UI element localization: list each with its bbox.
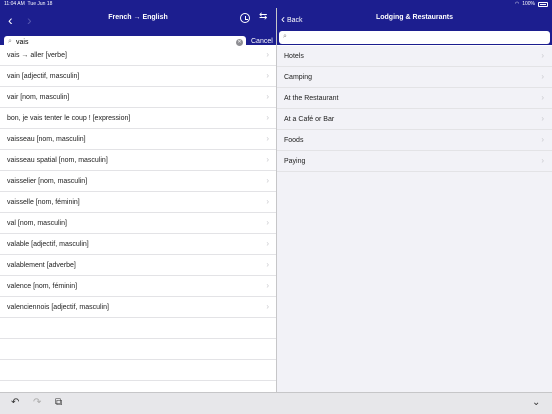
wifi-icon: ◠: [514, 1, 520, 7]
chevron-right-icon: ›: [541, 93, 544, 102]
chevron-right-icon: ›: [266, 260, 269, 269]
chevron-right-icon: ›: [266, 113, 269, 122]
result-row[interactable]: valablement [adverbe] ›: [0, 255, 276, 276]
result-row[interactable]: vaisselle [nom, féminin] ›: [0, 192, 276, 213]
category-label: Camping: [284, 73, 313, 81]
battery-icon: [538, 1, 548, 7]
right-nav-bar: ‹ Back Lodging & Restaurants ⌕: [277, 8, 552, 45]
chevron-right-icon: ›: [266, 176, 269, 185]
dismiss-keyboard-chevron-down-icon[interactable]: ⌄: [532, 397, 540, 408]
chevron-right-icon: ›: [541, 72, 544, 81]
category-row[interactable]: At the Restaurant ›: [277, 88, 552, 109]
result-label: valable [adjectif, masculin]: [7, 240, 89, 248]
empty-row: [0, 360, 276, 381]
result-label: vais → aller [verbe]: [7, 51, 67, 59]
left-nav-bar: ‹ › French → English ⇆ ⌕ vais ✕ Cancel: [0, 8, 276, 49]
empty-row: [0, 339, 276, 360]
chevron-right-icon: ›: [541, 114, 544, 123]
chevron-right-icon: ›: [266, 134, 269, 143]
search-icon: ⌕: [283, 33, 287, 40]
redo-icon[interactable]: ↷: [33, 397, 41, 408]
chevron-right-icon: ›: [266, 302, 269, 311]
result-row[interactable]: vaisseau spatial [nom, masculin] ›: [0, 150, 276, 171]
search-results-list: vais → aller [verbe] › vain [adjectif, ma…: [0, 45, 276, 392]
keyboard-shortcut-bar: ↶ ↷ ⧉ ⌄: [0, 392, 552, 414]
result-label: valenciennois [adjectif, masculin]: [7, 303, 109, 311]
battery-percent: 100%: [522, 1, 535, 7]
chevron-right-icon: ›: [266, 197, 269, 206]
chevron-right-icon: ›: [266, 155, 269, 164]
phrasebook-section-title: Lodging & Restaurants: [375, 14, 453, 21]
result-label: vain [adjectif, masculin]: [7, 72, 80, 80]
result-row[interactable]: bon, je vais tenter le coup ! [expressio…: [0, 108, 276, 129]
result-row[interactable]: vais → aller [verbe] ›: [0, 45, 276, 66]
category-row[interactable]: Hotels ›: [277, 46, 552, 67]
chevron-right-icon: ›: [541, 156, 544, 165]
result-label: vaisseau spatial [nom, masculin]: [7, 156, 108, 164]
result-row[interactable]: vaisselier [nom, masculin] ›: [0, 171, 276, 192]
result-row[interactable]: vair [nom, masculin] ›: [0, 87, 276, 108]
result-label: vair [nom, masculin]: [7, 93, 70, 101]
result-row[interactable]: vain [adjectif, masculin] ›: [0, 66, 276, 87]
result-label: vaisselier [nom, masculin]: [7, 177, 88, 185]
result-label: bon, je vais tenter le coup ! [expressio…: [7, 114, 131, 122]
category-row[interactable]: Paying ›: [277, 151, 552, 172]
chevron-right-icon: ›: [266, 281, 269, 290]
chevron-right-icon: ›: [266, 239, 269, 248]
category-label: Paying: [284, 157, 306, 165]
phrase-search-field[interactable]: ⌕: [279, 31, 550, 44]
result-label: valablement [adverbe]: [7, 261, 76, 269]
cancel-button[interactable]: Cancel: [251, 38, 273, 45]
result-row[interactable]: vaisseau [nom, masculin] ›: [0, 129, 276, 150]
undo-icon[interactable]: ↶: [11, 397, 19, 408]
status-date: Tue Jun 18: [27, 1, 53, 7]
result-row[interactable]: valenciennois [adjectif, masculin] ›: [0, 297, 276, 318]
result-row[interactable]: val [nom, masculin] ›: [0, 213, 276, 234]
result-row[interactable]: valable [adjectif, masculin] ›: [0, 234, 276, 255]
result-label: val [nom, masculin]: [7, 219, 67, 227]
chevron-right-icon: ›: [541, 51, 544, 60]
result-label: vaisselle [nom, féminin]: [7, 198, 80, 206]
phrasebook-category-list: Hotels › Camping › At the Restaurant › At a…: [277, 46, 552, 392]
chevron-right-icon: ›: [266, 50, 269, 59]
empty-row: [0, 318, 276, 339]
category-label: Hotels: [284, 52, 304, 60]
category-row[interactable]: Camping ›: [277, 67, 552, 88]
status-time-date: 11:04 AM Tue Jun 18: [4, 1, 52, 7]
chevron-right-icon: ›: [541, 135, 544, 144]
category-row[interactable]: Foods ›: [277, 130, 552, 151]
status-right: ◠ 100%: [515, 1, 548, 7]
dictionary-direction-title: French → English: [108, 14, 168, 21]
category-label: At the Restaurant: [284, 94, 339, 102]
paste-icon[interactable]: ⧉: [55, 397, 62, 408]
category-label: Foods: [284, 136, 304, 144]
category-row[interactable]: At a Café or Bar ›: [277, 109, 552, 130]
status-bar: 11:04 AM Tue Jun 18 ◠ 100%: [0, 0, 552, 8]
history-icon[interactable]: [240, 13, 250, 23]
chevron-right-icon: ›: [266, 218, 269, 227]
swap-languages-icon[interactable]: ⇆: [259, 11, 267, 22]
result-label: valence [nom, féminin]: [7, 282, 78, 290]
result-label: vaisseau [nom, masculin]: [7, 135, 86, 143]
category-label: At a Café or Bar: [284, 115, 335, 123]
result-row[interactable]: valence [nom, féminin] ›: [0, 276, 276, 297]
status-time: 11:04 AM: [4, 1, 25, 7]
chevron-right-icon: ›: [266, 71, 269, 80]
chevron-right-icon: ›: [266, 92, 269, 101]
